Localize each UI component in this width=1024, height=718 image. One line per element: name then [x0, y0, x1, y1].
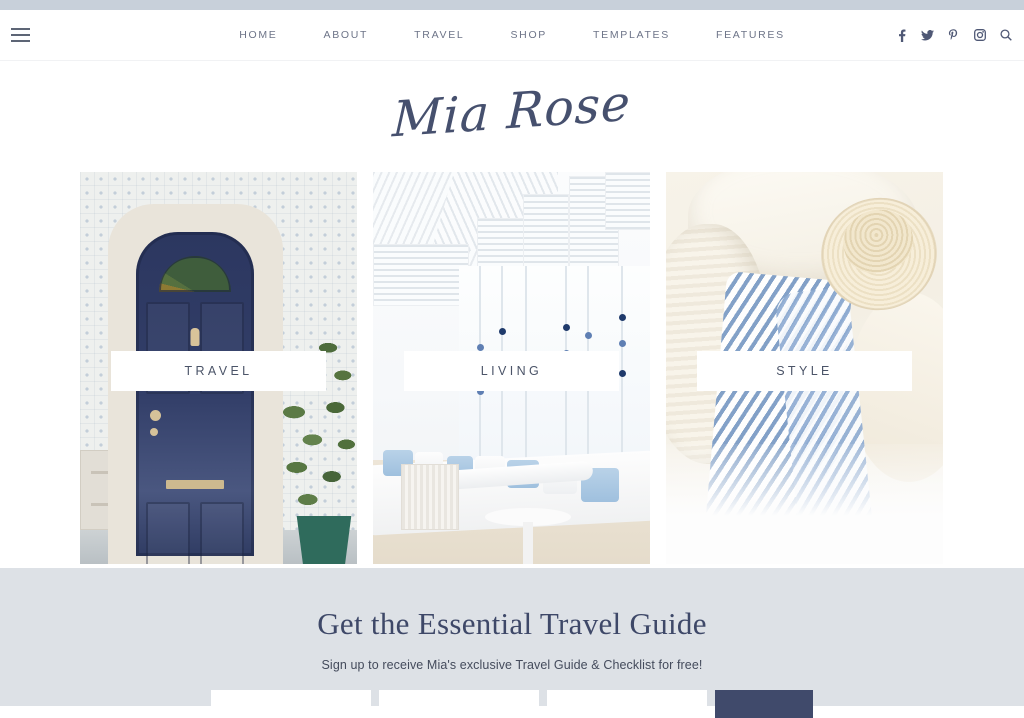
newsletter-subtitle: Sign up to receive Mia's exclusive Trave…: [321, 658, 703, 672]
hamburger-line: [11, 40, 30, 42]
card-label-living: LIVING: [404, 351, 619, 391]
main-navigation: HOME ABOUT TRAVEL SHOP TEMPLATES FEATURE…: [216, 29, 808, 41]
nav-item-features[interactable]: FEATURES: [693, 29, 808, 41]
nav-item-about[interactable]: ABOUT: [301, 29, 392, 41]
email-field[interactable]: [547, 690, 707, 718]
newsletter-submit-button[interactable]: [715, 690, 813, 718]
hamburger-menu-icon[interactable]: [11, 28, 30, 42]
first-name-field[interactable]: [211, 690, 371, 718]
nav-item-home[interactable]: HOME: [216, 29, 300, 41]
category-card-travel[interactable]: TRAVEL: [80, 172, 357, 564]
newsletter-title: Get the Essential Travel Guide: [317, 606, 707, 641]
card-label-travel: TRAVEL: [111, 351, 326, 391]
category-cards: TRAVEL LIVING STYLE: [0, 161, 1024, 564]
nav-item-shop[interactable]: SHOP: [487, 29, 570, 41]
site-logo[interactable]: Mia Rose: [392, 74, 633, 148]
hamburger-line: [11, 34, 30, 36]
last-name-field[interactable]: [379, 690, 539, 718]
category-card-living[interactable]: LIVING: [373, 172, 650, 564]
facebook-icon[interactable]: [895, 28, 908, 42]
newsletter-form: [0, 690, 1024, 718]
hamburger-line: [11, 28, 30, 30]
logo-area: Mia Rose: [0, 61, 1024, 161]
social-links: [895, 28, 1012, 42]
card-label-style: STYLE: [697, 351, 912, 391]
instagram-icon[interactable]: [973, 28, 986, 42]
top-accent-band: [0, 0, 1024, 10]
twitter-icon[interactable]: [921, 28, 934, 42]
search-icon[interactable]: [999, 28, 1012, 42]
site-header: HOME ABOUT TRAVEL SHOP TEMPLATES FEATURE…: [0, 10, 1024, 61]
nav-item-templates[interactable]: TEMPLATES: [570, 29, 693, 41]
category-card-style[interactable]: STYLE: [666, 172, 943, 564]
newsletter-section: Get the Essential Travel Guide Sign up t…: [0, 568, 1024, 718]
pinterest-icon[interactable]: [947, 28, 960, 42]
nav-item-travel[interactable]: TRAVEL: [391, 29, 487, 41]
